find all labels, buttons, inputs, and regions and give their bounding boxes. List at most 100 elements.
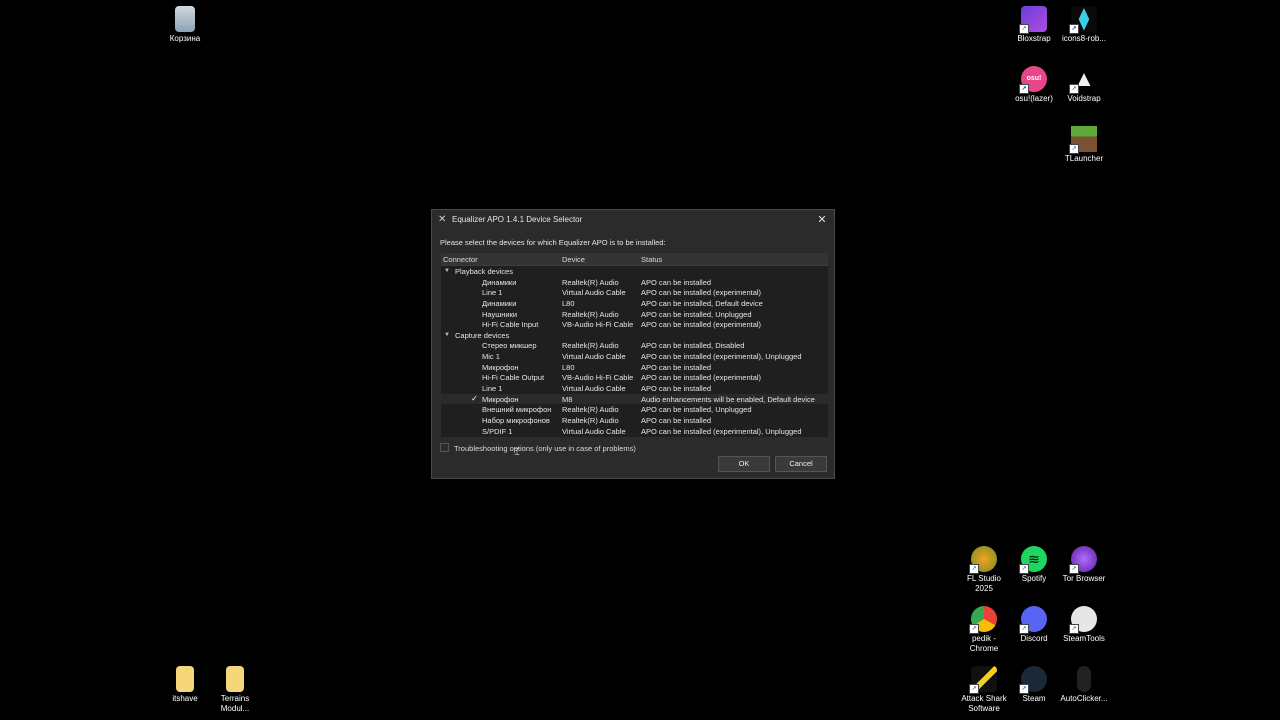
- desktop-icon-recycle-bin[interactable]: Корзина: [160, 6, 210, 44]
- desktop-icon-terrains[interactable]: Terrains Modul...: [210, 666, 260, 714]
- desktop-icon-label: Tor Browser: [1062, 574, 1106, 583]
- steamtools-icon: ↗: [1069, 606, 1097, 634]
- device-cell: M8: [562, 394, 573, 404]
- desktop-icon-tlauncher[interactable]: ↗ TLauncher: [1059, 126, 1109, 164]
- group-playback[interactable]: ▼ Playback devices: [441, 266, 828, 277]
- device-row[interactable]: Динамики L80 APO can be installed, Default…: [441, 298, 828, 309]
- device-row[interactable]: Line 1 Virtual Audio Cable APO can be inst…: [441, 287, 828, 298]
- desktop-icon-label: Spotify: [1021, 574, 1047, 583]
- title-bar: ✕ Equalizer APO 1.4.1 Device Selector ✕: [432, 210, 834, 230]
- device-checkbox[interactable]: [470, 298, 479, 308]
- connector-cell: Динамики: [482, 298, 517, 308]
- device-row[interactable]: Стерео микшер Realtek(R) Audio APO can be …: [441, 340, 828, 351]
- desktop-icon-label: Bloxstrap: [1017, 34, 1051, 43]
- column-device[interactable]: Device: [562, 255, 585, 264]
- device-tree[interactable]: Connector Device Status ▼ Playback devic…: [441, 253, 828, 437]
- cancel-button[interactable]: Cancel: [775, 456, 827, 472]
- status-cell: APO can be installed (experimental), Unp…: [641, 352, 802, 362]
- device-checkbox[interactable]: [470, 426, 479, 436]
- desktop-icon-osu-lazer[interactable]: osu! ↗ osu!(lazer): [1009, 66, 1059, 104]
- collapse-arrow-icon[interactable]: ▼: [444, 268, 450, 274]
- device-checkbox[interactable]: [470, 287, 479, 297]
- device-row[interactable]: Hi-Fi Cable Input VB-Audio Hi-Fi Cable APO…: [441, 319, 828, 330]
- device-row[interactable]: S/PDIF 1 Virtual Audio Cable APO can be in…: [441, 426, 828, 437]
- collapse-arrow-icon[interactable]: ▼: [444, 332, 450, 338]
- column-status[interactable]: Status: [641, 255, 662, 264]
- group-capture[interactable]: ▼ Capture devices: [441, 330, 828, 341]
- desktop-icon-fl-studio[interactable]: ↗ FL Studio 2025: [959, 546, 1009, 594]
- desktop-icon-steam[interactable]: ↗ Steam: [1009, 666, 1059, 704]
- status-cell: APO can be installed (experimental): [641, 373, 762, 383]
- device-cell: L80: [562, 298, 575, 308]
- device-row[interactable]: Набор микрофонов Realtek(R) Audio APO can …: [441, 415, 828, 426]
- device-cell: VB-Audio Hi-Fi Cable: [562, 373, 634, 383]
- connector-cell: Микрофон: [482, 394, 519, 404]
- device-checkbox[interactable]: [470, 309, 479, 319]
- status-cell: APO can be installed (experimental): [641, 320, 762, 330]
- spotify-icon: ≋ ↗: [1019, 546, 1047, 574]
- device-row[interactable]: Динамики Realtek(R) Audio APO can be insta…: [441, 277, 828, 288]
- device-row[interactable]: Hi-Fi Cable Output VB-Audio Hi-Fi Cable AP…: [441, 372, 828, 383]
- device-checkbox[interactable]: [470, 351, 479, 361]
- dialog-title: Equalizer APO 1.4.1 Device Selector: [452, 215, 583, 224]
- device-row[interactable]: Наушники Realtek(R) Audio APO can be insta…: [441, 309, 828, 320]
- ok-button[interactable]: OK: [718, 456, 770, 472]
- troubleshooting-checkbox[interactable]: [440, 443, 449, 452]
- connector-cell: Внешний микрофон: [482, 405, 552, 415]
- status-cell: APO can be installed, Default device: [641, 298, 763, 308]
- desktop-icon-voidstrap[interactable]: ▲ ↗ Voidstrap: [1059, 66, 1109, 104]
- desktop-icon-spotify[interactable]: ≋ ↗ Spotify: [1009, 546, 1059, 584]
- recycle-bin-icon: [175, 6, 195, 32]
- device-cell: Virtual Audio Cable: [562, 352, 626, 362]
- desktop-icon-chrome[interactable]: ↗ pedik - Chrome: [959, 606, 1009, 654]
- status-cell: APO can be installed, Unplugged: [641, 309, 752, 319]
- device-row[interactable]: Внешний микрофон Realtek(R) Audio APO can …: [441, 404, 828, 415]
- device-checkbox[interactable]: [470, 372, 479, 382]
- device-cell: L80: [562, 362, 575, 372]
- connector-cell: S/PDIF 1: [482, 426, 513, 436]
- desktop-icon-steamtools[interactable]: ↗ SteamTools: [1059, 606, 1109, 644]
- tor-browser-icon: ↗: [1069, 546, 1097, 574]
- desktop-icon-icons8-roblox[interactable]: ⧫ ↗ icons8-rob...: [1059, 6, 1109, 44]
- discord-icon: ↗: [1019, 606, 1047, 634]
- desktop-icon-label: FL Studio 2025: [967, 574, 1001, 593]
- device-row[interactable]: Mic 1 Virtual Audio Cable APO can be insta…: [441, 351, 828, 362]
- tools-icon: ✕: [438, 214, 447, 225]
- close-button[interactable]: ✕: [814, 212, 830, 228]
- device-checkbox[interactable]: [470, 277, 479, 287]
- device-row[interactable]: Line 1 Virtual Audio Cable APO can be inst…: [441, 383, 828, 394]
- desktop-icon-itshave[interactable]: itshave: [160, 666, 210, 704]
- device-checkbox[interactable]: [470, 340, 479, 350]
- device-cell: Virtual Audio Cable: [562, 288, 626, 298]
- device-checkbox[interactable]: [470, 383, 479, 393]
- desktop-icon-autoclicker[interactable]: AutoClicker...: [1059, 666, 1109, 704]
- connector-cell: Line 1: [482, 288, 503, 298]
- desktop-icon-label: AutoClicker...: [1060, 694, 1108, 703]
- device-checkbox[interactable]: [470, 319, 479, 329]
- desktop-icon-attack-shark[interactable]: ↗ Attack Shark Software: [959, 666, 1009, 714]
- device-row-selected[interactable]: ✓ Микрофон M8 Audio enhancements will be en…: [441, 393, 828, 405]
- attack-shark-icon: ↗: [969, 666, 997, 694]
- device-row[interactable]: Микрофон L80 APO can be installed: [441, 362, 828, 373]
- troubleshooting-label: Troubleshooting options (only use in cas…: [454, 444, 636, 453]
- device-checkbox-checked[interactable]: ✓: [470, 394, 479, 404]
- desktop-icon-label: itshave: [172, 694, 198, 703]
- troubleshooting-option[interactable]: Troubleshooting options (only use in cas…: [440, 443, 636, 453]
- device-checkbox[interactable]: [470, 362, 479, 372]
- device-cell: Virtual Audio Cable: [562, 384, 626, 394]
- tlauncher-icon: ↗: [1069, 126, 1097, 154]
- status-cell: APO can be installed: [641, 362, 712, 372]
- device-cell: Virtual Audio Cable: [562, 426, 626, 436]
- osu-icon: osu! ↗: [1019, 66, 1047, 94]
- roblox-icon: ⧫ ↗: [1069, 6, 1097, 34]
- connector-cell: Hi-Fi Cable Input: [482, 320, 539, 330]
- device-checkbox[interactable]: [470, 404, 479, 414]
- column-connector[interactable]: Connector: [443, 255, 478, 264]
- desktop-icon-label: osu!(lazer): [1015, 94, 1053, 103]
- connector-cell: Mic 1: [482, 352, 500, 362]
- connector-cell: Стерео микшер: [482, 341, 537, 351]
- desktop-icon-bloxstrap[interactable]: ↗ Bloxstrap: [1009, 6, 1059, 44]
- desktop-icon-discord[interactable]: ↗ Discord: [1009, 606, 1059, 644]
- device-checkbox[interactable]: [470, 415, 479, 425]
- desktop-icon-tor-browser[interactable]: ↗ Tor Browser: [1059, 546, 1109, 584]
